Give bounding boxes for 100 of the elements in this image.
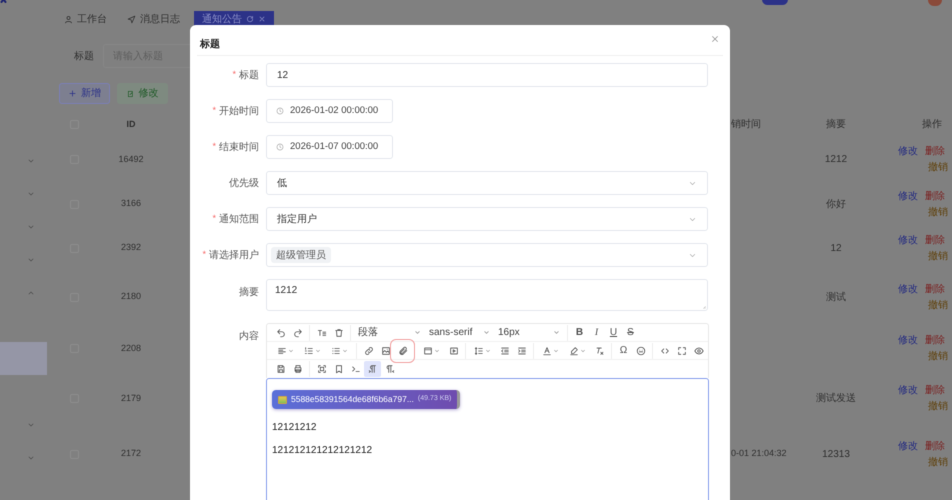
user-icon	[64, 14, 73, 24]
edit-link[interactable]: 修改	[898, 438, 918, 454]
caret-icon	[485, 348, 491, 354]
strikethrough-button[interactable]: S	[622, 324, 639, 340]
required-mark: *	[212, 140, 216, 154]
edit-button[interactable]: 修改	[117, 83, 168, 104]
text-color-icon	[542, 346, 552, 356]
italic-button[interactable]: I	[588, 324, 605, 340]
revoke-link[interactable]: 撤销	[928, 298, 948, 312]
select-field[interactable]: 低	[266, 171, 708, 195]
caret-icon	[315, 348, 321, 354]
special-character-button[interactable]: Ω	[615, 342, 632, 358]
bullet-list-icon	[331, 346, 341, 356]
select-all-icon	[316, 364, 326, 374]
column-header: 摘要	[826, 119, 846, 130]
bold-button[interactable]: B	[571, 324, 588, 340]
edit-link[interactable]: 修改	[898, 144, 918, 159]
table-cell: 12	[830, 242, 842, 254]
ltr-button[interactable]	[364, 361, 381, 377]
field-label: 摘要	[239, 286, 259, 300]
search-label: 标题	[74, 50, 94, 64]
table-cell: 测试	[826, 292, 846, 302]
table-cell: 2172	[120, 448, 142, 458]
edit-link[interactable]: 修改	[898, 188, 918, 204]
numbered-list-icon	[304, 346, 314, 356]
date-time-field[interactable]: 2026-01-07 00:00:00	[266, 135, 393, 159]
paperclip-icon	[398, 346, 408, 356]
refresh-icon[interactable]	[246, 15, 254, 23]
required-mark: *	[232, 68, 236, 82]
required-mark: *	[212, 104, 216, 118]
table-cell: 16492	[118, 154, 144, 164]
underline-button[interactable]: U	[605, 324, 622, 340]
table-cell: 2208	[120, 342, 142, 353]
field-label: 内容	[239, 330, 259, 344]
edit-link[interactable]: 修改	[898, 333, 918, 348]
image-file-icon	[278, 396, 287, 404]
delete-link[interactable]: 删除	[925, 144, 945, 159]
delete-link[interactable]: 删除	[925, 383, 945, 398]
indent-icon	[516, 346, 526, 356]
close-icon[interactable]	[258, 15, 266, 23]
caret-icon	[342, 348, 348, 354]
heading-lines-icon	[316, 328, 326, 338]
clock-icon	[276, 143, 284, 151]
revoke-link[interactable]: 撤销	[928, 454, 948, 470]
revoke-link[interactable]: 撤销	[928, 204, 948, 220]
trash-icon	[334, 328, 344, 338]
send-icon	[127, 14, 136, 24]
edit-link[interactable]: 修改	[898, 232, 918, 248]
revoke-link[interactable]: 撤销	[928, 248, 948, 264]
close-icon[interactable]	[710, 34, 720, 44]
field-label: 结束时间	[219, 140, 259, 154]
caret-icon	[434, 348, 440, 354]
edit-icon	[126, 90, 134, 98]
eye-icon	[694, 346, 704, 356]
revoke-link[interactable]: 撤销	[928, 349, 948, 364]
align-left-icon	[277, 346, 287, 356]
font-family-select[interactable]: sans-serif	[429, 324, 490, 340]
field-label: 请选择用户	[209, 248, 259, 262]
redo-icon	[292, 328, 302, 338]
table-cell: 1212	[824, 154, 848, 165]
revoke-link[interactable]: 撤销	[928, 160, 948, 175]
caret-icon	[414, 329, 421, 336]
required-mark: *	[212, 212, 216, 226]
terminal-icon	[350, 364, 360, 374]
text-field[interactable]: 12	[266, 63, 708, 87]
plus-icon	[68, 89, 77, 98]
nav-tab[interactable]: 消息日志	[121, 11, 186, 27]
fullscreen-icon	[676, 346, 686, 356]
caret-icon	[580, 348, 586, 354]
font-size-select[interactable]: 16px	[498, 324, 560, 340]
delete-link[interactable]: 删除	[925, 333, 945, 348]
summary-textarea[interactable]: 1212	[266, 279, 708, 311]
date-time-field[interactable]: 2026-01-02 00:00:00	[266, 99, 393, 123]
paragraph: 121212121212121212	[272, 444, 372, 457]
add-button[interactable]: 新增	[59, 83, 110, 104]
nav-tab[interactable]: 工作台	[58, 11, 113, 27]
outdent-icon	[500, 346, 510, 356]
table-cell: 2392	[120, 242, 142, 252]
delete-link[interactable]: 删除	[925, 438, 945, 454]
edit-link[interactable]: 修改	[898, 282, 918, 296]
pilcrow-icon	[368, 364, 378, 374]
smiley-icon	[636, 346, 646, 356]
caret-icon	[553, 329, 560, 336]
delete-link[interactable]: 删除	[925, 232, 945, 248]
multi-select-field[interactable]: 超级管理员	[266, 243, 708, 267]
edit-link[interactable]: 修改	[898, 383, 918, 398]
clock-icon	[276, 107, 284, 115]
undo-icon	[276, 328, 286, 338]
save-icon	[276, 364, 286, 374]
revoke-link[interactable]: 撤销	[928, 399, 948, 414]
column-header: ID	[126, 118, 136, 129]
delete-link[interactable]: 删除	[925, 282, 945, 296]
file-name: 5588e58391564de68f6b6a797...	[291, 393, 414, 406]
delete-link[interactable]: 删除	[925, 188, 945, 204]
video-icon	[448, 346, 458, 356]
bookmark-icon	[334, 364, 344, 374]
field-label: 标题	[239, 68, 259, 82]
select-field[interactable]: 指定用户	[266, 207, 708, 231]
column-header: 销时间	[731, 119, 761, 130]
block-format-select[interactable]: 段落	[358, 324, 421, 340]
